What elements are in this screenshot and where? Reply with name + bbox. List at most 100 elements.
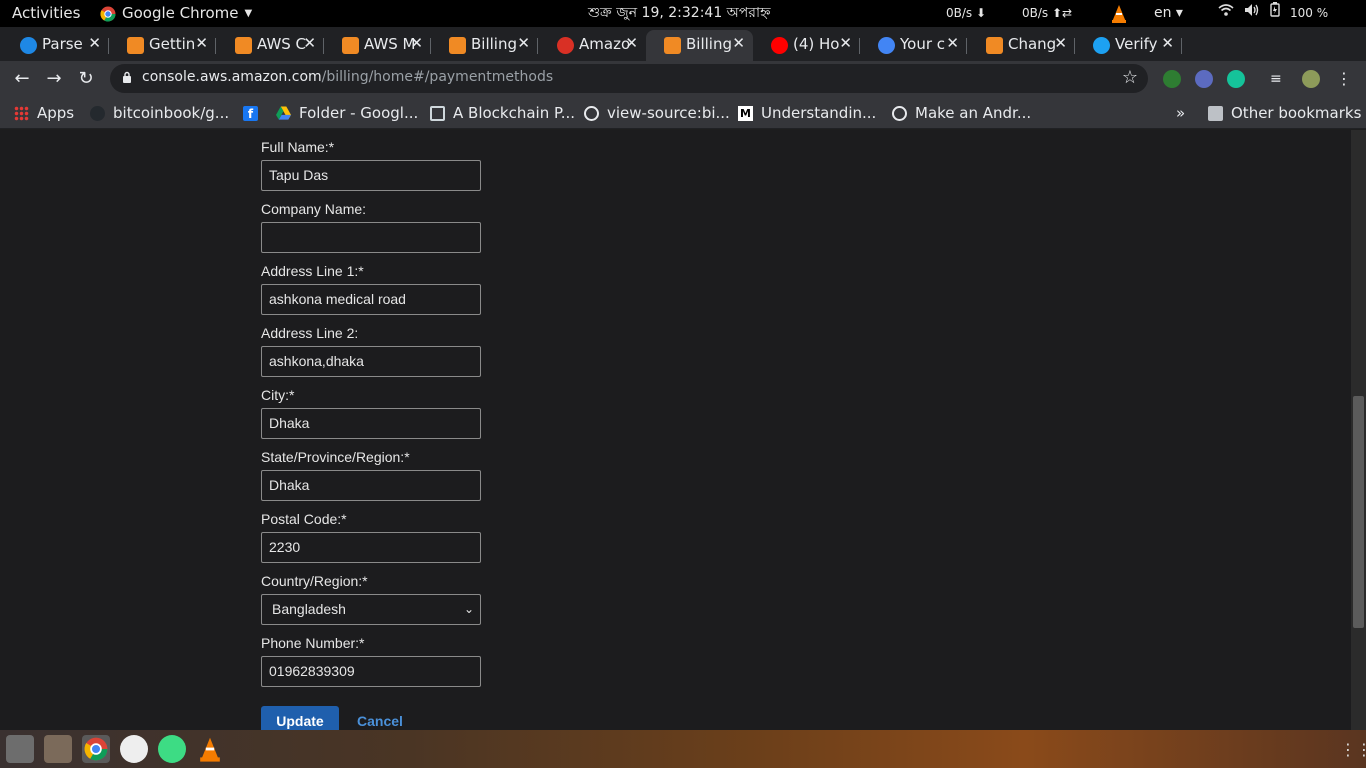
reload-button[interactable]: ↻ [74,68,98,89]
close-tab-icon[interactable]: ✕ [303,34,316,52]
media-queue-icon[interactable]: ≡ [1270,70,1288,88]
country-select[interactable]: Bangladesh ⌄ [261,594,481,625]
close-tab-icon[interactable]: ✕ [625,34,638,52]
close-tab-icon[interactable]: ✕ [946,34,959,52]
app-menu[interactable]: Google Chrome ▼ [100,0,252,27]
bookmark-blockchain[interactable]: A Blockchain P... [430,103,575,123]
chrome-menu-icon[interactable]: ⋮ [1336,70,1354,88]
other-bookmarks[interactable]: Other bookmarks [1208,103,1361,123]
shield-extension-icon[interactable] [1163,70,1181,88]
bookmark-label: view-source:bi... [607,104,730,122]
bookmark-label: Make an Andr... [915,104,1032,122]
aws-icon [664,37,681,54]
country-label: Country/Region:* [261,573,368,589]
tab-4[interactable]: Billing ✕ [431,30,538,61]
globe-icon [892,105,907,121]
bookmark-understanding[interactable]: M Understandin... [738,103,876,123]
system-tray[interactable]: 100 % [1218,0,1328,27]
tab-5[interactable]: Amazo ✕ [539,30,646,61]
tab-separator [537,38,538,54]
back-button[interactable]: ← [10,68,34,89]
aws-icon [235,37,252,54]
phone-number-input[interactable]: 01962839309 [261,656,481,687]
city-input[interactable]: Dhaka [261,408,481,439]
company-name-label: Company Name: [261,201,367,217]
bookmark-make-android[interactable]: Make an Andr... [892,103,1031,123]
vlc-tray-icon[interactable] [1110,0,1128,27]
bookmark-view-source[interactable]: view-source:bi... [584,103,730,123]
tab-separator [215,38,216,54]
close-tab-icon[interactable]: ✕ [195,34,208,52]
close-tab-icon[interactable]: ✕ [88,34,101,52]
battery-percent: 100 % [1290,6,1329,20]
postal-code-label: Postal Code:* [261,511,347,527]
state-label: State/Province/Region:* [261,449,410,465]
language-indicator[interactable]: en ▾ [1154,0,1183,27]
close-tab-icon[interactable]: ✕ [732,34,745,52]
battery-icon [1270,0,1280,27]
full-name-input[interactable]: Tapu Das [261,160,481,191]
wifi-icon [1218,0,1234,27]
tab-2[interactable]: AWS C ✕ [217,30,324,61]
bookmark-google-drive-folder[interactable]: Folder - Googl... [276,103,418,123]
grammarly-icon[interactable] [1227,70,1245,88]
chrome-dock-icon[interactable] [82,735,110,763]
installer-app-icon[interactable] [44,735,72,763]
facebook-icon: f [243,105,258,121]
bookmark-star-icon[interactable]: ☆ [1122,67,1138,88]
address-line-2-label: Address Line 2: [261,325,359,341]
show-applications-icon[interactable]: ⋮⋮⋮ [1340,740,1366,759]
github-icon [90,105,105,121]
tab-3[interactable]: AWS M ✕ [324,30,431,61]
files-app-icon[interactable] [6,735,34,763]
close-tab-icon[interactable]: ✕ [410,34,423,52]
taskbar-dock: ⋮⋮⋮ [0,730,1366,768]
tab-8[interactable]: Your c ✕ [860,30,967,61]
youtube-icon [771,37,788,54]
vlc-dock-icon[interactable] [196,735,224,763]
cancel-link[interactable]: Cancel [357,713,403,729]
bookmark-apps[interactable]: Apps [14,103,74,123]
state-input[interactable]: Dhaka [261,470,481,501]
tab-0[interactable]: Parse ✕ [2,30,109,61]
profile-avatar[interactable] [1302,70,1320,88]
close-tab-icon[interactable]: ✕ [1161,34,1174,52]
tab-1[interactable]: Gettin ✕ [109,30,216,61]
incognito-extension-icon[interactable] [1195,70,1213,88]
postal-code-input[interactable]: 2230 [261,532,481,563]
close-tab-icon[interactable]: ✕ [1054,34,1067,52]
bookmark-facebook[interactable]: f [243,103,258,123]
bookmark-bitcoinbook[interactable]: bitcoinbook/g... [90,103,229,123]
tab-9[interactable]: Chang ✕ [968,30,1075,61]
company-name-input[interactable] [261,222,481,253]
forward-button[interactable]: → [42,68,66,89]
bookmark-label: Understandin... [761,104,877,122]
browser-toolbar: ← → ↻ console.aws.amazon.com/billing/hom… [0,61,1366,96]
verify-icon [1093,37,1110,54]
scrollbar-thumb[interactable] [1353,396,1364,628]
close-tab-icon[interactable]: ✕ [839,34,852,52]
gnome-top-bar: Activities Google Chrome ▼ শুক্র জুন 19,… [0,0,1366,27]
tab-strip: Parse ✕ Gettin ✕ AWS C ✕ AWS M ✕ Billing ✕ Amazo ✕ B… [0,27,1366,81]
app-name: Google Chrome [122,4,239,22]
url-text: console.aws.amazon.com/billing/home#/pay… [142,69,553,85]
page-scrollbar[interactable] [1351,130,1366,730]
tab-7[interactable]: (4) Ho ✕ [753,30,860,61]
address-line-1-input[interactable]: ashkona medical road [261,284,481,315]
bookmarks-overflow-button[interactable]: » [1176,103,1185,123]
volume-icon [1244,0,1260,27]
book-icon [430,105,445,121]
close-tab-icon[interactable]: ✕ [517,34,530,52]
bookmark-label: bitcoinbook/g... [113,104,230,122]
apps-grid-icon [14,105,29,121]
clock[interactable]: শুক্র জুন 19, 2:32:41 অপরাহ্ন [588,0,770,27]
activities-button[interactable]: Activities [12,0,80,27]
cheese-app-icon[interactable] [120,735,148,763]
bookmark-label: Folder - Googl... [299,104,419,122]
address-line-2-input[interactable]: ashkona,dhaka [261,346,481,377]
tab-6[interactable]: Billing ✕ [646,30,753,61]
globe-icon [584,105,599,121]
tab-10[interactable]: Verify ✕ [1075,30,1182,61]
address-bar[interactable]: console.aws.amazon.com/billing/home#/pay… [110,64,1148,93]
android-studio-icon[interactable] [158,735,186,763]
